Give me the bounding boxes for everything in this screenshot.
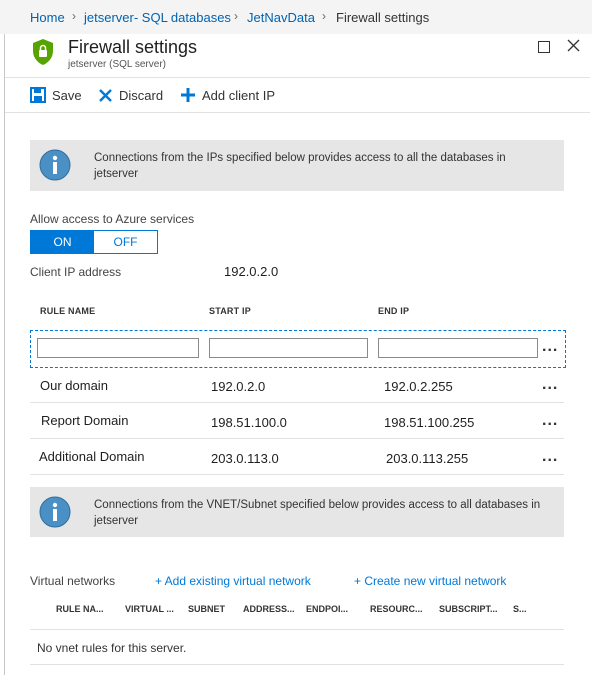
- end-ip-cell[interactable]: 192.0.2.255: [384, 379, 453, 394]
- discard-button[interactable]: Discard: [98, 86, 163, 104]
- rule-name-cell[interactable]: Our domain: [40, 378, 108, 393]
- new-end-ip-input[interactable]: [378, 338, 538, 358]
- end-ip-cell[interactable]: 198.51.100.255: [384, 415, 474, 430]
- vnet-column-header[interactable]: ADDRESS...: [243, 604, 295, 614]
- start-ip-cell[interactable]: 198.51.100.0: [211, 415, 287, 430]
- more-options-icon[interactable]: ...: [542, 412, 558, 430]
- azure-services-label: Allow access to Azure services: [30, 212, 195, 226]
- info-banner: Connections from the VNET/Subnet specifi…: [30, 487, 564, 537]
- save-button[interactable]: Save: [30, 86, 82, 104]
- row-divider: [30, 629, 564, 630]
- chevron-right-icon: ›: [72, 9, 76, 23]
- rule-name-cell[interactable]: Report Domain: [41, 413, 128, 428]
- new-rule-name-input[interactable]: [37, 338, 199, 358]
- info-banner: Connections from the IPs specified below…: [30, 140, 564, 191]
- page-title: Firewall settings: [68, 37, 198, 57]
- vnet-column-header[interactable]: ENDPOI...: [306, 604, 348, 614]
- toggle-on-option[interactable]: ON: [31, 231, 94, 253]
- breadcrumb-home[interactable]: Home: [30, 10, 65, 25]
- discard-label: Discard: [119, 87, 164, 103]
- start-ip-cell[interactable]: 203.0.113.0: [211, 451, 279, 466]
- save-icon: [30, 87, 46, 103]
- vnet-column-header[interactable]: RULE NA...: [56, 604, 104, 614]
- divider: [5, 77, 590, 78]
- column-header-end-ip: END IP: [378, 306, 410, 316]
- vnet-empty-message: No vnet rules for this server.: [37, 641, 187, 655]
- client-ip-value: 192.0.2.0: [224, 264, 279, 279]
- add-client-ip-button[interactable]: Add client IP: [180, 86, 275, 104]
- vnet-column-header[interactable]: SUBSCRIPT...: [439, 604, 498, 614]
- toggle-off-option[interactable]: OFF: [94, 231, 157, 253]
- create-new-virtual-network-link[interactable]: + Create new virtual network: [354, 574, 506, 588]
- row-divider: [30, 474, 564, 475]
- chevron-right-icon: ›: [322, 9, 326, 23]
- new-start-ip-input[interactable]: [209, 338, 368, 358]
- add-existing-virtual-network-link[interactable]: + Add existing virtual network: [155, 574, 311, 588]
- info-icon: [39, 496, 71, 533]
- breadcrumb: Home › jetserver- SQL databases › JetNav…: [0, 0, 592, 34]
- virtual-networks-label: Virtual networks: [30, 574, 116, 588]
- vnet-column-header[interactable]: SUBNET: [188, 604, 225, 614]
- azure-services-toggle[interactable]: ON OFF: [30, 230, 158, 254]
- row-divider: [30, 402, 564, 403]
- add-client-ip-label: Add client IP: [202, 87, 275, 103]
- breadcrumb-sql-databases[interactable]: jetserver- SQL databases: [84, 10, 231, 25]
- shield-lock-icon: [32, 38, 54, 71]
- divider: [5, 112, 590, 113]
- column-header-start-ip: START IP: [209, 306, 251, 316]
- info-banner-text: Connections from the IPs specified below…: [94, 152, 506, 180]
- vnet-column-header[interactable]: S...: [513, 604, 527, 614]
- vnet-column-header[interactable]: VIRTUAL ...: [125, 604, 174, 614]
- more-options-icon[interactable]: ...: [542, 338, 558, 356]
- save-label: Save: [52, 87, 82, 103]
- end-ip-cell[interactable]: 203.0.113.255: [386, 451, 468, 466]
- column-header-rule-name: RULE NAME: [40, 306, 96, 316]
- row-divider: [30, 438, 564, 439]
- more-options-icon[interactable]: ...: [542, 376, 558, 394]
- plus-icon: [181, 88, 195, 102]
- start-ip-cell[interactable]: 192.0.2.0: [211, 379, 265, 394]
- breadcrumb-jetnavdata[interactable]: JetNavData: [247, 10, 315, 25]
- page-subtitle: jetserver (SQL server): [68, 59, 166, 70]
- info-icon: [39, 149, 71, 186]
- discard-x-icon: [99, 88, 112, 102]
- row-divider: [30, 664, 564, 665]
- info-banner-text: Connections from the VNET/Subnet specifi…: [94, 499, 541, 527]
- close-icon[interactable]: [567, 39, 580, 57]
- rule-name-cell[interactable]: Additional Domain: [39, 449, 145, 464]
- more-options-icon[interactable]: ...: [542, 448, 558, 466]
- client-ip-label: Client IP address: [30, 265, 122, 279]
- vnet-column-header[interactable]: RESOURC...: [370, 604, 423, 614]
- chevron-right-icon: ›: [234, 9, 238, 23]
- maximize-icon[interactable]: [538, 40, 550, 58]
- breadcrumb-current: Firewall settings: [336, 10, 430, 25]
